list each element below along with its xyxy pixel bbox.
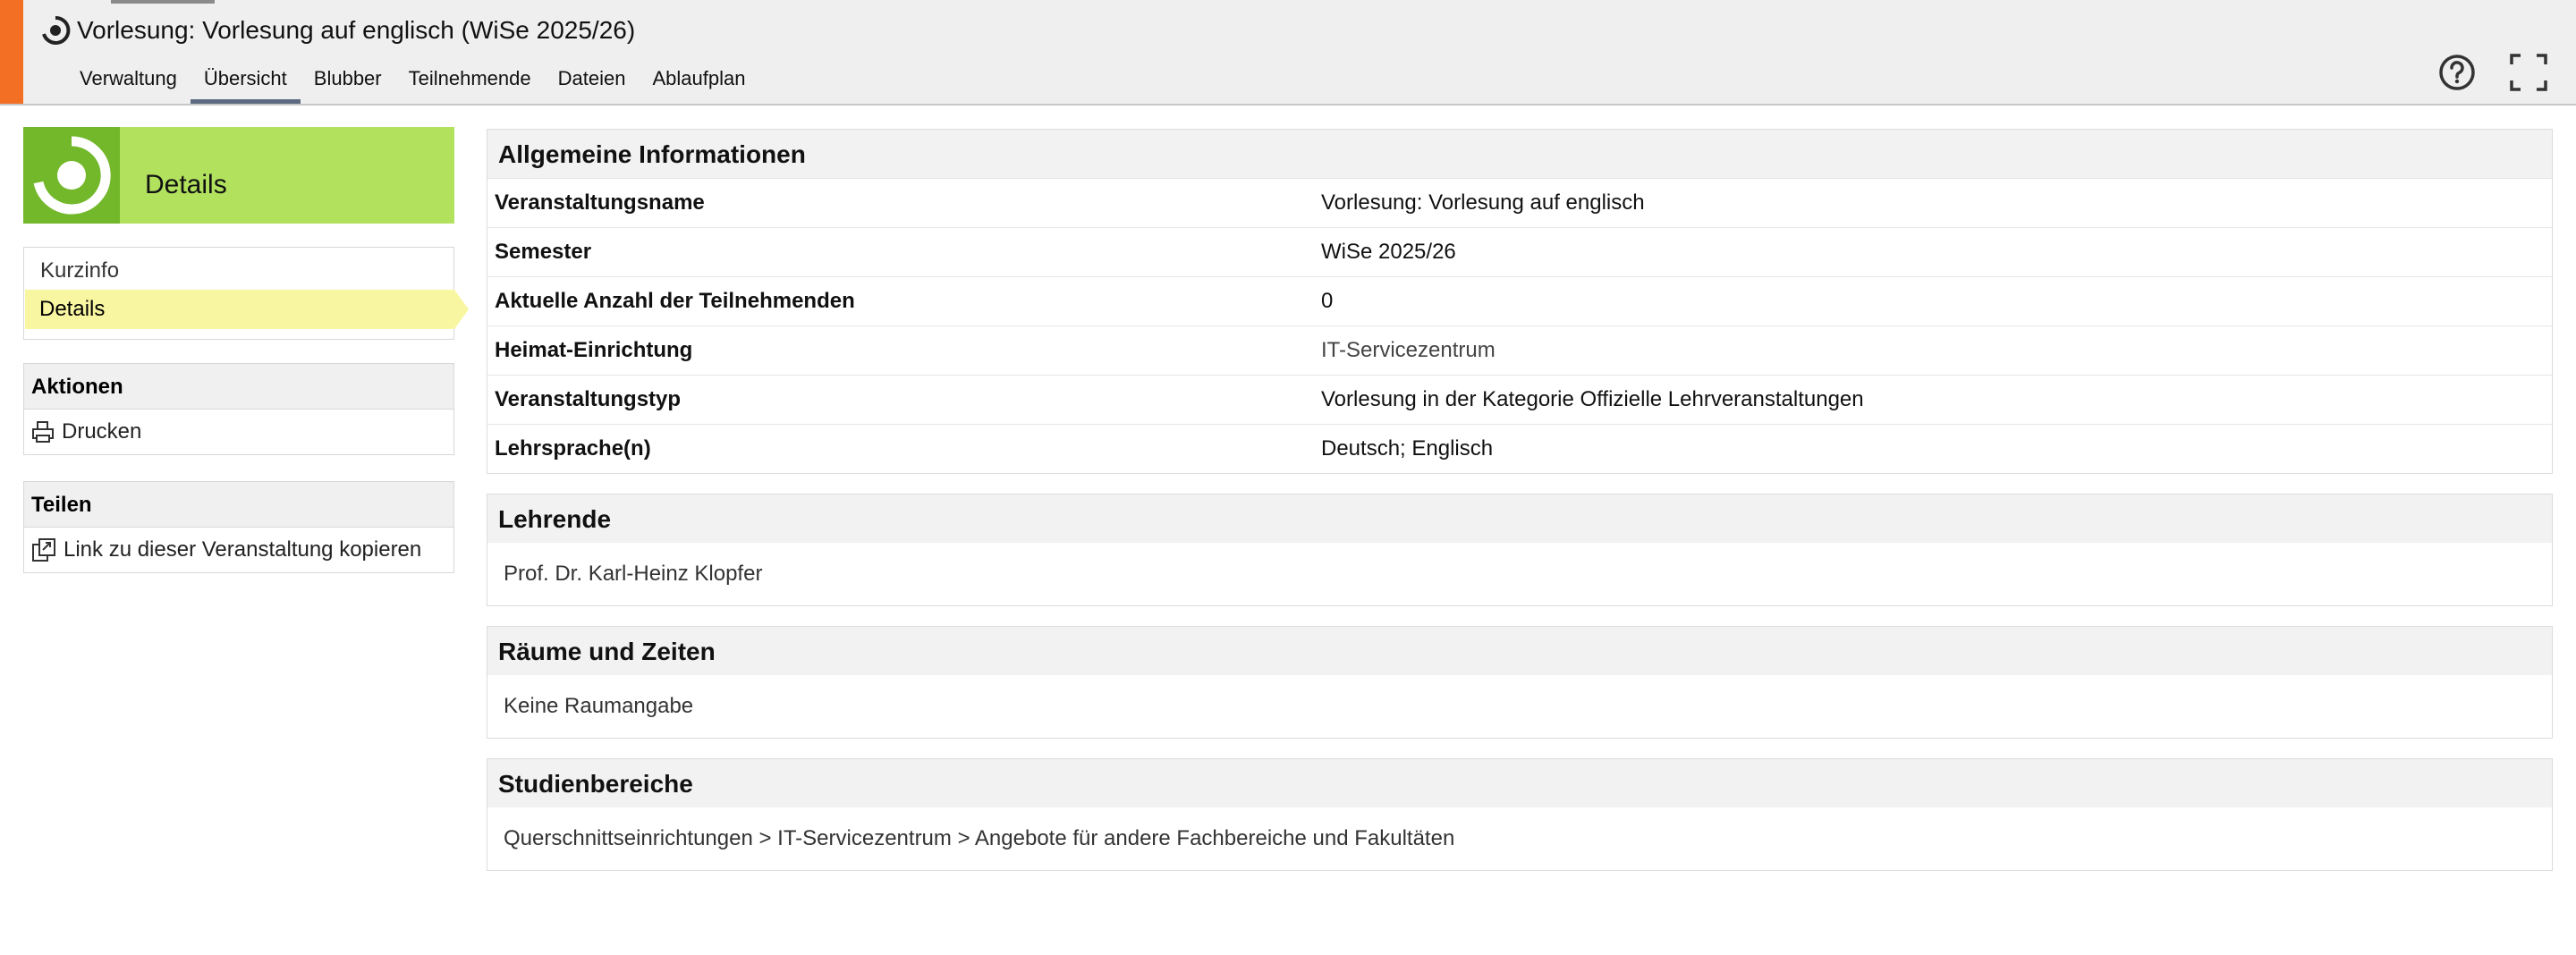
tab-uebersicht[interactable]: Übersicht [190, 63, 301, 104]
sidebar-actions-box: Aktionen Drucken [23, 363, 454, 455]
page-title: Vorlesung: Vorlesung auf englisch (WiSe … [77, 16, 636, 44]
row-value: Vorlesung in der Kategorie Offizielle Le… [1314, 375, 2552, 425]
header-accent-bar [0, 0, 23, 104]
lecturer-name[interactable]: Prof. Dr. Karl-Heinz Klopfer [487, 543, 2552, 605]
study-areas-title: Studienbereiche [487, 759, 2552, 807]
sidebar-share-box: Teilen Link zu dieser Veranstaltung kopi… [23, 481, 454, 573]
copy-link-icon [32, 538, 55, 562]
general-info-table: Veranstaltungsname Vorlesung: Vorlesung … [487, 178, 2552, 473]
row-value: Deutsch; Englisch [1314, 424, 2552, 473]
rooms-times-title: Räume und Zeiten [487, 627, 2552, 675]
share-title: Teilen [24, 482, 453, 528]
sidebar-active-arrow [454, 290, 469, 329]
rooms-times-content: Keine Raumangabe [504, 694, 694, 718]
sidebar-header: Details [23, 127, 454, 224]
fullscreen-icon[interactable] [2508, 52, 2549, 93]
rooms-times-panel: Räume und Zeiten Keine Raumangabe [487, 626, 2553, 739]
print-link[interactable]: Drucken [24, 410, 453, 454]
row-key: Semester [487, 227, 1314, 277]
table-row: Semester WiSe 2025/26 [487, 227, 2552, 277]
sidebar-header-title: Details [145, 170, 227, 199]
row-key: Veranstaltungsname [487, 178, 1314, 228]
table-row: Veranstaltungstyp Vorlesung in der Kateg… [487, 375, 2552, 425]
row-key: Lehrsprache(n) [487, 424, 1314, 473]
copy-link[interactable]: Link zu dieser Veranstaltung kopieren [24, 528, 453, 572]
general-info-title: Allgemeine Informationen [487, 130, 2552, 178]
row-value: Vorlesung: Vorlesung auf englisch [1314, 178, 2552, 228]
table-row: Heimat-Einrichtung IT-Servicezentrum [487, 325, 2552, 376]
sidebar-item-kurzinfo[interactable]: Kurzinfo [24, 251, 453, 291]
tab-ablaufplan[interactable]: Ablaufplan [639, 63, 758, 100]
row-key: Aktuelle Anzahl der Teilnehmenden [487, 276, 1314, 326]
row-value: WiSe 2025/26 [1314, 227, 2552, 277]
study-areas-panel: Studienbereiche Querschnittseinrichtunge… [487, 758, 2553, 871]
copy-link-label: Link zu dieser Veranstaltung kopieren [64, 537, 422, 562]
table-row: Aktuelle Anzahl der Teilnehmenden 0 [487, 276, 2552, 326]
sidebar-item-label: Details [39, 297, 106, 321]
lecturers-panel: Lehrende Prof. Dr. Karl-Heinz Klopfer [487, 494, 2553, 606]
actions-title: Aktionen [24, 364, 453, 410]
row-key: Veranstaltungstyp [487, 375, 1314, 425]
course-icon [42, 15, 71, 45]
general-info-panel: Allgemeine Informationen Veranstaltungsn… [487, 129, 2553, 474]
tab-teilnehmende[interactable]: Teilnehmende [395, 63, 545, 100]
header-top-indicator [111, 0, 215, 4]
sidebar-item-details[interactable]: Details [23, 290, 453, 329]
table-row: Veranstaltungsname Vorlesung: Vorlesung … [487, 178, 2552, 228]
help-icon[interactable] [2436, 52, 2478, 93]
tab-blubber[interactable]: Blubber [301, 63, 395, 100]
lecturers-title: Lehrende [487, 494, 2552, 543]
table-row: Lehrsprache(n) Deutsch; Englisch [487, 424, 2552, 473]
tab-verwaltung[interactable]: Verwaltung [66, 63, 191, 100]
row-value: 0 [1314, 276, 2552, 326]
row-key: Heimat-Einrichtung [487, 325, 1314, 376]
course-large-icon [33, 136, 111, 215]
print-icon [32, 421, 54, 443]
main-nav: Verwaltung Übersicht Blubber Teilnehmend… [66, 63, 758, 104]
sidebar-item-label: Kurzinfo [40, 258, 120, 283]
row-value-link[interactable]: IT-Servicezentrum [1314, 325, 2552, 376]
study-areas-path[interactable]: Querschnittseinrichtungen > IT-Serviceze… [487, 807, 2552, 870]
page-header: Vorlesung: Vorlesung auf englisch (WiSe … [0, 0, 2576, 106]
print-label: Drucken [62, 419, 142, 444]
tab-dateien[interactable]: Dateien [545, 63, 640, 100]
sidebar-header-iconbox [23, 127, 120, 224]
